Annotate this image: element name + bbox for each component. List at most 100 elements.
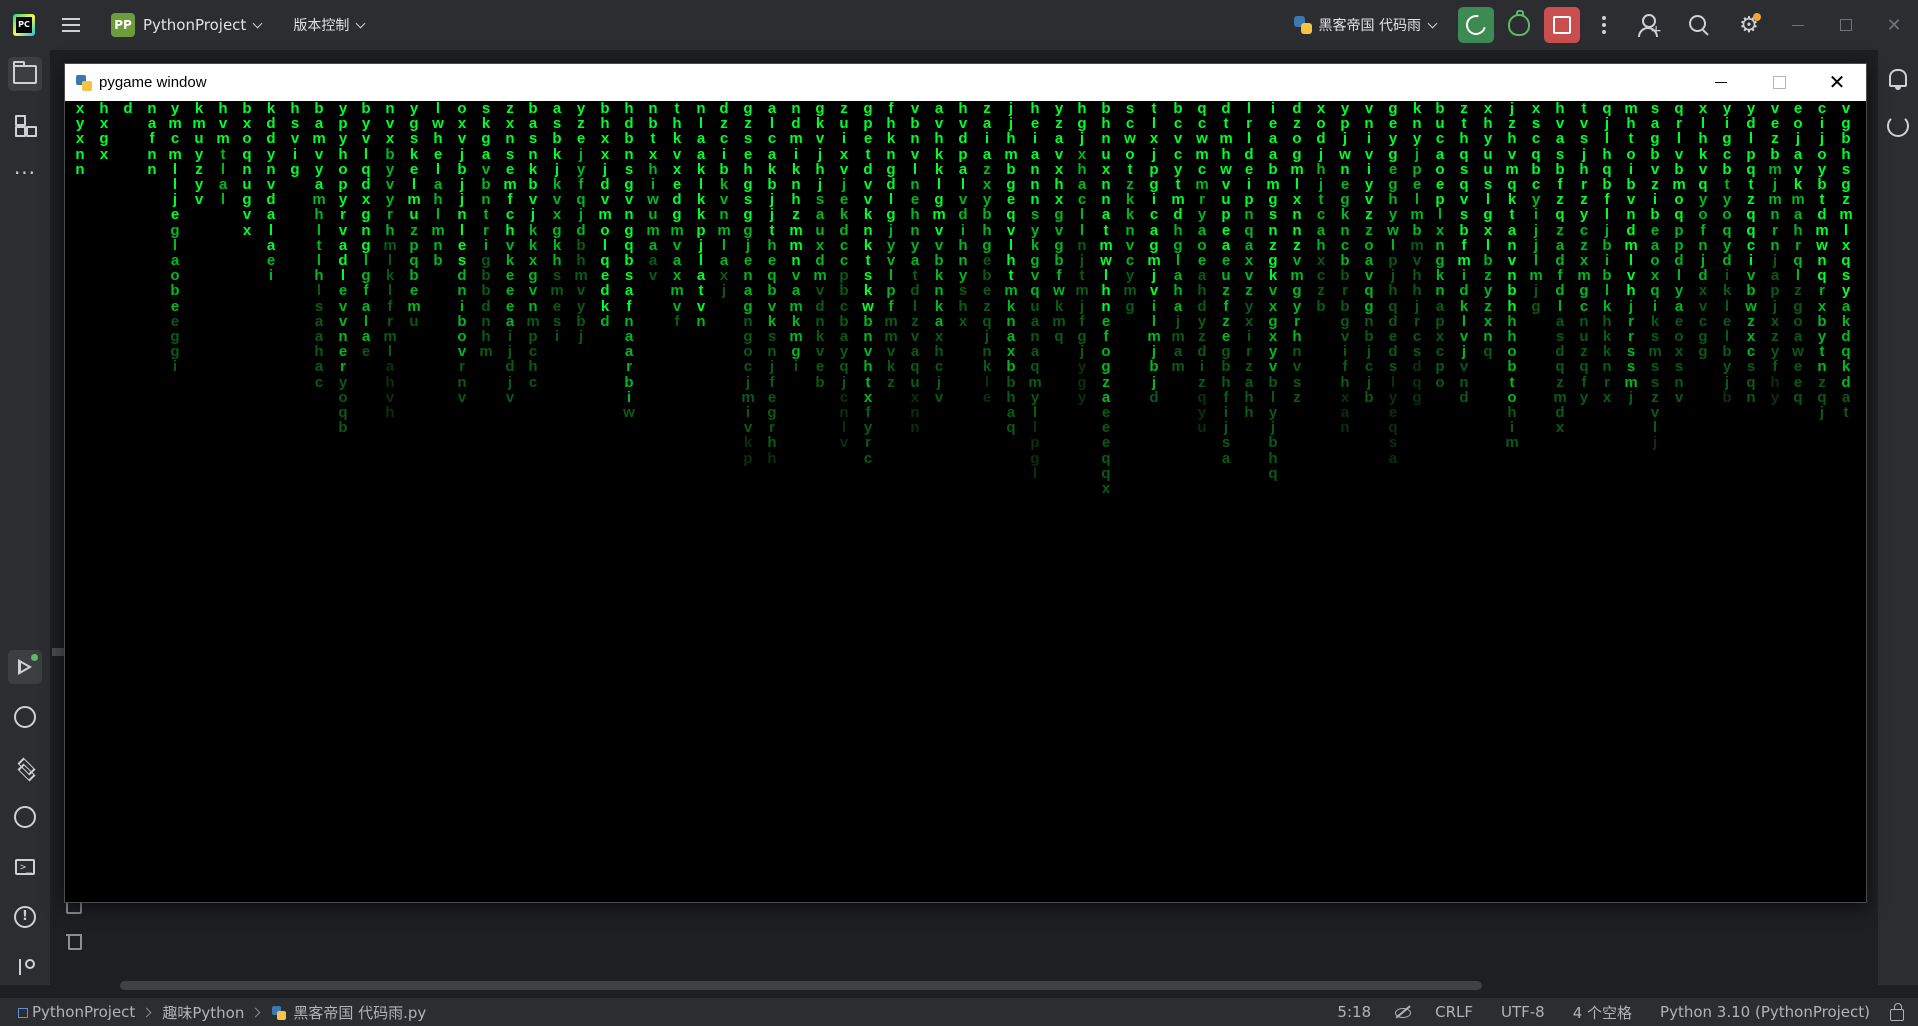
rain-column: yzejyfqjdbhmvybj	[574, 101, 588, 346]
notifications-button[interactable]	[1884, 64, 1912, 92]
chevron-down-icon	[252, 18, 263, 29]
rain-column: heiannnsykgvquanaqmyllpgl	[1028, 101, 1042, 482]
folder-icon	[13, 60, 37, 84]
clear-console-icon[interactable]	[66, 932, 82, 950]
run-configuration-selector[interactable]: 黑客帝国 代码雨	[1285, 11, 1448, 39]
rain-column: oxvjbjjnlesdnibovrnv	[457, 101, 467, 406]
rain-column: xodjhjtcahxczb	[1316, 101, 1326, 315]
rain-column: zuixvjekdccpbcbayqjcnlv	[839, 101, 849, 452]
ai-assistant-button[interactable]	[1884, 112, 1912, 140]
lock-icon[interactable]	[1890, 1003, 1904, 1021]
rain-column: yzavxhxgvgbfwkmq	[1052, 101, 1066, 346]
python-packages-button[interactable]	[8, 750, 42, 784]
chevron-down-icon	[355, 18, 366, 29]
pygame-window[interactable]: pygame window ✕ xyxnn hxgx d nafnn ymcmlljeg…	[64, 63, 1867, 903]
main-menu-icon[interactable]	[59, 13, 83, 37]
python-interpreter[interactable]: Python 3.10 (PythonProject)	[1660, 1003, 1870, 1021]
pygame-minimize-button[interactable]	[1692, 64, 1750, 101]
rain-column: eojavkmahrqlzgoaweeq	[1791, 101, 1805, 406]
rain-column: gkvjhjsauxdmvdnkveb	[813, 101, 827, 391]
status-bar: PythonProject 趣味Python 黑客帝国 代码雨.py 5:18 …	[0, 997, 1918, 1026]
search-icon[interactable]	[1686, 12, 1712, 38]
rain-column: vniviyvzzoavqgnbjcjb	[1364, 101, 1374, 406]
rain-column: xyxnn	[75, 101, 85, 178]
run-config-name: 黑客帝国 代码雨	[1318, 18, 1421, 34]
breadcrumb-file[interactable]: 黑客帝国 代码雨.py	[271, 1002, 426, 1023]
rain-column: hxgx	[99, 101, 109, 163]
rain-column: nbtxhiwumaav	[646, 101, 660, 285]
ide-restore-button[interactable]	[1822, 0, 1870, 50]
swirl-icon	[1887, 115, 1909, 137]
rain-column: asbkjkvxgkhsmesi	[550, 101, 564, 346]
rain-column: hvmtlal	[216, 101, 230, 209]
pygame-title-bar[interactable]: pygame window ✕	[65, 64, 1866, 101]
horizontal-scrollbar[interactable]	[120, 981, 1482, 990]
chevron-right-icon	[141, 1007, 152, 1017]
rain-column: ypyhopyrvadlevvneryoqb	[338, 101, 348, 437]
ide-close-button[interactable]: ✕	[1870, 0, 1918, 50]
code-rain-canvas: xyxnn hxgx d nafnn ymcmlljeglaobeeggi kmuyzyv…	[65, 101, 1866, 902]
caret-position[interactable]: 5:18	[1337, 1003, 1371, 1021]
terminal-icon: >_	[15, 859, 35, 875]
problems-button[interactable]: !	[8, 900, 42, 934]
structure-tool-button[interactable]	[8, 108, 42, 142]
more-actions-icon[interactable]	[1594, 13, 1614, 37]
rain-column: tvsjhrzyczxmgcnuzqfy	[1577, 101, 1591, 406]
run-icon	[16, 658, 34, 676]
indent-setting[interactable]: 4 个空格	[1573, 1002, 1632, 1023]
chevron-down-icon	[1427, 18, 1438, 29]
python-file-icon	[1293, 15, 1313, 35]
services-button[interactable]	[8, 800, 42, 834]
rain-column: bhxxjdvmolqedkd	[598, 101, 612, 330]
project-tool-button[interactable]	[8, 57, 42, 91]
rain-column: gzsehgsggjenagngocjmivkp	[741, 101, 755, 467]
vcs-label: 版本控制	[293, 18, 350, 34]
rain-column: ieaabmgsnzgkvxgxyvblyjbhq	[1266, 101, 1280, 482]
rain-column: knyjpelmbmvhhjrcsdqg	[1410, 101, 1424, 406]
read-only-eye-icon[interactable]	[1395, 1005, 1412, 1019]
git-button[interactable]	[8, 950, 42, 984]
debug-icon[interactable]	[1508, 10, 1530, 36]
rain-column: dtmhwvupeaeuzfzegbhfijsa	[1219, 101, 1233, 467]
file-encoding[interactable]: UTF-8	[1501, 1003, 1545, 1021]
more-tools-button[interactable]: ···	[8, 156, 42, 190]
line-separator[interactable]: CRLF	[1435, 1003, 1473, 1021]
stop-button[interactable]	[1544, 7, 1580, 43]
run-tool-button[interactable]	[8, 650, 42, 684]
rain-column: hgjxhacllnjtmjfgjygy	[1075, 101, 1089, 406]
rain-column: dzcibkvnmlaxj	[717, 101, 731, 300]
project-badge: PP	[111, 13, 135, 37]
rain-column: ymcmlljeglaobeeggi	[168, 101, 182, 376]
rain-column: nlaaklkkpjlatvn	[696, 101, 706, 330]
rain-column: lrldeipnqaxvzyxirzahh	[1244, 101, 1254, 422]
rain-column: scwotzkknvcymg	[1123, 101, 1137, 315]
pygame-maximize-button[interactable]	[1750, 64, 1808, 101]
rain-column: vgbhsgzmlxqsyakdqkdat	[1839, 101, 1853, 422]
rain-column: basnkbvjkkxgvnmpchc	[526, 101, 540, 391]
python-console-button[interactable]	[8, 700, 42, 734]
services-icon	[14, 806, 36, 828]
vcs-menu[interactable]: 版本控制	[285, 11, 376, 39]
breadcrumb-project[interactable]: PythonProject	[18, 1003, 135, 1021]
right-tool-strip	[1877, 50, 1918, 985]
running-indicator	[31, 654, 38, 661]
rain-column: qcwmcmryaoeahdyzdizqyu	[1195, 101, 1209, 437]
settings-gear-icon[interactable]: ⚙	[1736, 12, 1762, 38]
rain-column: cijoybtdmwnqrxbytnzqj	[1815, 101, 1829, 422]
ide-minimize-button[interactable]	[1774, 0, 1822, 50]
rain-column: ypjwnegkncbbrbgvifhxan	[1339, 101, 1351, 437]
rerun-icon	[1462, 11, 1490, 39]
breadcrumb-folder[interactable]: 趣味Python	[162, 1002, 244, 1023]
code-with-me-icon[interactable]: +	[1636, 12, 1662, 38]
pygame-close-button[interactable]: ✕	[1808, 64, 1866, 101]
breadcrumb: PythonProject 趣味Python 黑客帝国 代码雨.py	[18, 1002, 426, 1023]
rerun-button[interactable]	[1458, 7, 1494, 43]
terminal-button[interactable]: >_	[8, 850, 42, 884]
ide-title-bar: PP PythonProject 版本控制 黑客帝国 代码雨 + ⚙ ✕	[0, 0, 1918, 50]
project-name: PythonProject	[143, 16, 247, 34]
rain-column: qrlvbmoqppdlyaeoxsnv	[1672, 101, 1686, 406]
rain-column: hdbnsgvngqbsafnaarbiw	[623, 101, 635, 422]
rain-column: mhtoibvndmlvhjrrssmj	[1624, 101, 1638, 406]
project-switcher[interactable]: PP PythonProject	[103, 9, 273, 41]
rain-column: fhkngdlgjyvlpfmmvkz	[884, 101, 898, 391]
